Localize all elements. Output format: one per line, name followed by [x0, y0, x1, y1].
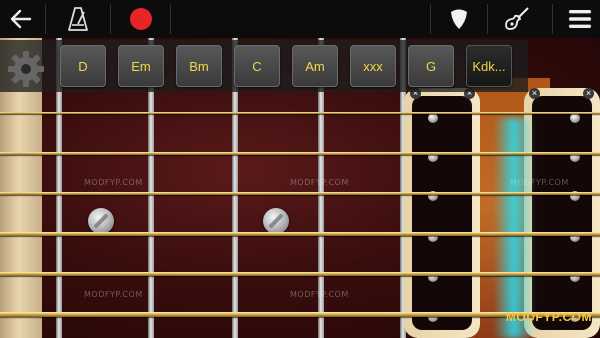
back-button[interactable]	[4, 0, 38, 38]
top-toolbar	[0, 0, 600, 38]
close-icon[interactable]: ×	[583, 88, 594, 99]
record-button[interactable]	[126, 0, 156, 38]
toolbar-divider	[430, 4, 431, 34]
chord-button-bm[interactable]: Bm	[176, 45, 222, 87]
gear-icon	[8, 51, 44, 87]
guitar-string[interactable]	[0, 192, 600, 195]
guitar-string[interactable]	[0, 272, 600, 276]
menu-button[interactable]	[564, 0, 596, 38]
chord-button-em[interactable]: Em	[118, 45, 164, 87]
toolbar-divider	[487, 4, 488, 34]
toolbar-divider	[110, 4, 111, 34]
toolbar-divider	[552, 4, 553, 34]
string-pin	[570, 113, 580, 123]
string-pin	[428, 113, 438, 123]
guitar-string[interactable]	[0, 152, 600, 155]
chord-button-xxx[interactable]: xxx	[350, 45, 396, 87]
chord-button-c[interactable]: C	[234, 45, 280, 87]
chord-button-kdk[interactable]: Kdk...	[466, 45, 512, 87]
watermark: MODFYP.COM	[290, 290, 349, 299]
fret-marker	[263, 208, 289, 234]
chord-panel-right	[524, 88, 600, 338]
close-icon[interactable]: ×	[529, 88, 540, 99]
strum-highlight	[494, 118, 534, 338]
guitar-pick-icon	[451, 9, 467, 29]
toolbar-divider	[45, 4, 46, 34]
record-icon	[130, 8, 152, 30]
watermark: MODFYP.COM	[290, 178, 349, 187]
guitar-string[interactable]	[0, 112, 600, 114]
metronome-button[interactable]	[60, 0, 96, 38]
chord-button-d[interactable]: D	[60, 45, 106, 87]
chord-panel-left	[404, 88, 480, 338]
arrow-left-icon	[10, 9, 32, 29]
watermark: MODFYP.COM	[84, 178, 143, 187]
toolbar-divider	[170, 4, 171, 34]
pick-button[interactable]	[445, 0, 473, 38]
chord-button-g[interactable]: G	[408, 45, 454, 87]
guitar-icon	[505, 7, 529, 30]
metronome-icon	[68, 7, 88, 31]
chord-button-am[interactable]: Am	[292, 45, 338, 87]
instrument-button[interactable]	[502, 0, 532, 38]
guitar-string[interactable]	[0, 232, 600, 236]
brand-watermark: MODFYP.COM	[505, 310, 592, 324]
watermark: MODFYP.COM	[84, 290, 143, 299]
fret-marker	[88, 208, 114, 234]
watermark: MODFYP.COM	[510, 178, 569, 187]
hamburger-menu-icon	[569, 10, 591, 28]
settings-button[interactable]	[5, 48, 47, 90]
